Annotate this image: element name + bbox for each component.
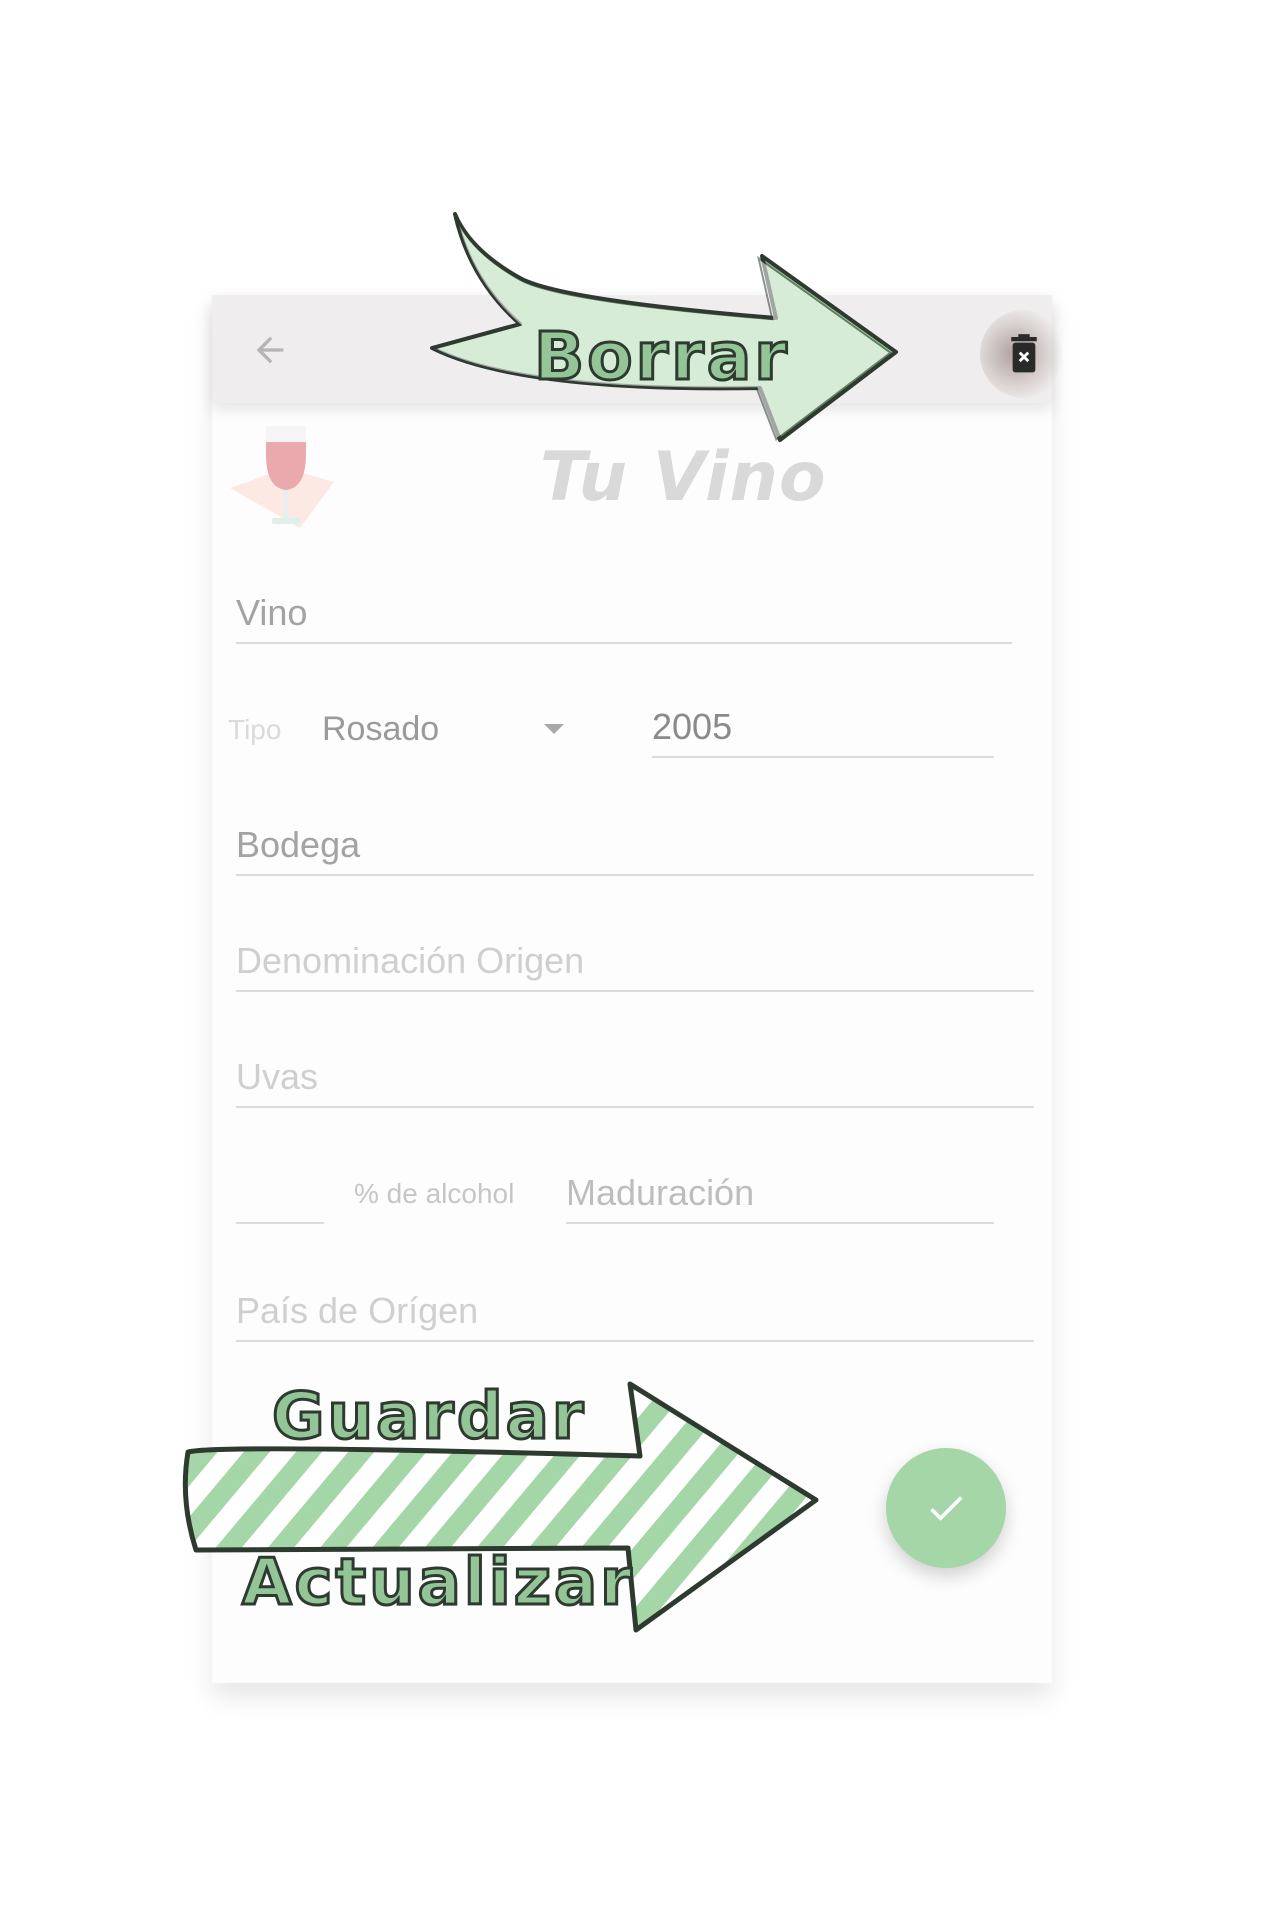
type-select[interactable]: Rosado xyxy=(322,700,572,760)
year-value: 2005 xyxy=(652,706,733,747)
check-icon xyxy=(930,1496,963,1521)
trash-can-icon xyxy=(1011,334,1037,373)
app-title: Tu Vino xyxy=(540,438,827,517)
winery-field[interactable]: Bodega xyxy=(236,812,1034,876)
grapes-field[interactable]: Uvas xyxy=(236,1044,1034,1108)
year-field[interactable]: 2005 xyxy=(652,694,994,758)
save-button[interactable] xyxy=(886,1448,1006,1568)
country-placeholder: País de Orígen xyxy=(236,1290,479,1331)
wine-name-placeholder: Vino xyxy=(236,592,308,633)
type-label: Tipo xyxy=(228,714,282,745)
winery-placeholder: Bodega xyxy=(236,824,361,865)
save-callout-text-line1: Guardar xyxy=(270,1379,587,1456)
aging-field[interactable]: Maduración xyxy=(566,1160,994,1224)
origin-field[interactable]: Denominación Origen xyxy=(236,928,1034,992)
delete-callout-text: Borrar xyxy=(533,317,790,397)
wine-glass-logo xyxy=(226,418,336,534)
delete-button[interactable] xyxy=(980,310,1068,398)
origin-placeholder: Denominación Origen xyxy=(236,940,585,981)
back-button[interactable] xyxy=(242,322,298,378)
wine-name-field[interactable]: Vino xyxy=(236,580,1012,644)
country-field[interactable]: País de Orígen xyxy=(236,1278,1034,1342)
type-select-value: Rosado xyxy=(322,710,440,748)
save-callout-text-line2: Actualizar xyxy=(241,1545,635,1622)
aging-placeholder: Maduración xyxy=(566,1172,755,1213)
alcohol-field[interactable] xyxy=(236,1160,324,1224)
arrow-left-icon xyxy=(256,336,284,364)
grapes-placeholder: Uvas xyxy=(236,1056,319,1097)
alcohol-label: % de alcohol xyxy=(354,1178,515,1209)
chevron-down-icon xyxy=(544,724,564,734)
